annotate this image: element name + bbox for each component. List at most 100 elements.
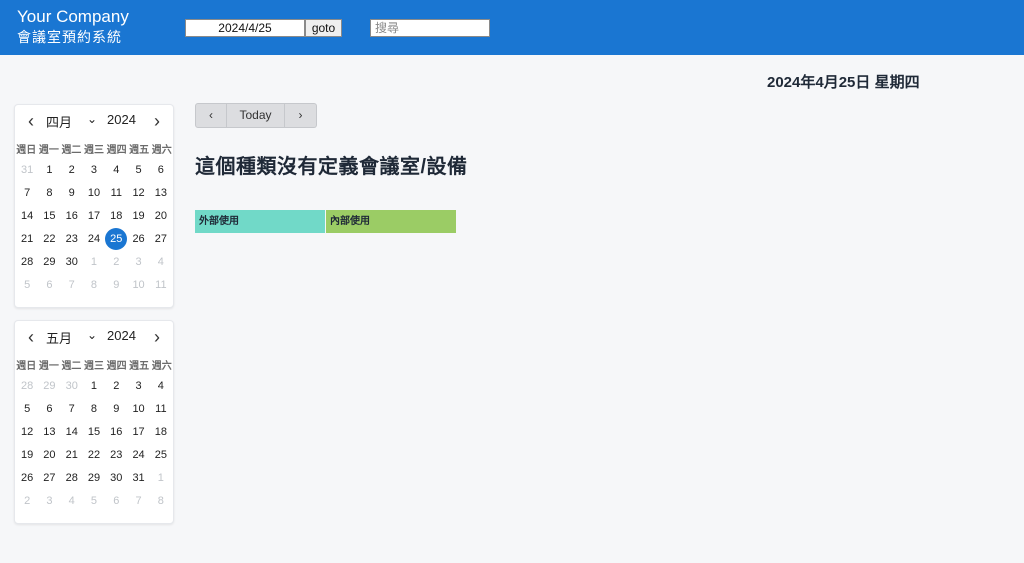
calendar-day[interactable]: 9: [105, 398, 127, 421]
today-button[interactable]: Today: [227, 103, 285, 128]
calendar-day[interactable]: 31: [16, 159, 38, 182]
calendar-day[interactable]: 14: [61, 421, 83, 444]
calendar-day[interactable]: 18: [105, 205, 127, 228]
calendar-day[interactable]: 23: [105, 444, 127, 467]
calendar-day[interactable]: 25: [150, 444, 172, 467]
calendar-day[interactable]: 6: [38, 398, 60, 421]
calendar-day[interactable]: 6: [38, 274, 60, 297]
year-select[interactable]: 2024: [107, 112, 136, 127]
calendar-day[interactable]: 11: [105, 182, 127, 205]
calendar-day[interactable]: 4: [150, 375, 172, 398]
calendar-day[interactable]: 8: [38, 182, 60, 205]
calendar-day[interactable]: 1: [83, 251, 105, 274]
next-day-button[interactable]: ›: [285, 103, 317, 128]
calendar-day[interactable]: 26: [16, 467, 38, 490]
next-month-icon[interactable]: ›: [147, 111, 167, 131]
goto-button[interactable]: goto: [305, 19, 342, 37]
calendar-day[interactable]: 3: [127, 251, 149, 274]
calendar-day[interactable]: 29: [38, 251, 60, 274]
calendar-day[interactable]: 21: [61, 444, 83, 467]
calendar-day[interactable]: 9: [105, 274, 127, 297]
calendar-day[interactable]: 28: [61, 467, 83, 490]
calendar-day[interactable]: 14: [16, 205, 38, 228]
calendar-day[interactable]: 18: [150, 421, 172, 444]
calendar-day[interactable]: 12: [127, 182, 149, 205]
calendar-day[interactable]: 2: [105, 375, 127, 398]
calendar-day[interactable]: 5: [83, 490, 105, 513]
calendar-day[interactable]: 28: [16, 251, 38, 274]
calendar-day[interactable]: 3: [83, 159, 105, 182]
calendar-day[interactable]: 9: [61, 182, 83, 205]
calendar-day[interactable]: 22: [38, 228, 60, 251]
calendar-day[interactable]: 2: [61, 159, 83, 182]
date-input[interactable]: [185, 19, 305, 37]
calendar-day[interactable]: 19: [16, 444, 38, 467]
calendar-day[interactable]: 26: [127, 228, 149, 251]
calendar-day[interactable]: 21: [16, 228, 38, 251]
calendar-day[interactable]: 30: [61, 251, 83, 274]
calendar-day[interactable]: 6: [150, 159, 172, 182]
calendar-day[interactable]: 16: [105, 421, 127, 444]
calendar-day[interactable]: 5: [16, 274, 38, 297]
calendar-day[interactable]: 10: [83, 182, 105, 205]
calendar-day[interactable]: 6: [105, 490, 127, 513]
calendar-day[interactable]: 5: [16, 398, 38, 421]
calendar-day[interactable]: 7: [16, 182, 38, 205]
chevron-down-icon[interactable]: ⌄: [87, 328, 97, 342]
calendar-day[interactable]: 8: [150, 490, 172, 513]
calendar-day[interactable]: 15: [83, 421, 105, 444]
calendar-day[interactable]: 17: [83, 205, 105, 228]
month-select[interactable]: 五月: [46, 328, 72, 347]
calendar-day[interactable]: 30: [61, 375, 83, 398]
calendar-day[interactable]: 11: [150, 274, 172, 297]
calendar-day[interactable]: 19: [127, 205, 149, 228]
calendar-day[interactable]: 30: [105, 467, 127, 490]
calendar-day[interactable]: 8: [83, 274, 105, 297]
search-input[interactable]: [370, 19, 490, 37]
calendar-day[interactable]: 12: [16, 421, 38, 444]
calendar-day[interactable]: 1: [83, 375, 105, 398]
month-select[interactable]: 四月: [46, 112, 72, 131]
calendar-day[interactable]: 10: [127, 398, 149, 421]
calendar-day[interactable]: 7: [61, 274, 83, 297]
calendar-day[interactable]: 16: [61, 205, 83, 228]
calendar-day[interactable]: 17: [127, 421, 149, 444]
calendar-day[interactable]: 22: [83, 444, 105, 467]
brand[interactable]: Your Company 會議室預約系統: [17, 7, 129, 47]
prev-day-button[interactable]: ‹: [195, 103, 227, 128]
calendar-day[interactable]: 8: [83, 398, 105, 421]
calendar-day[interactable]: 4: [150, 251, 172, 274]
calendar-day[interactable]: 1: [150, 467, 172, 490]
calendar-day[interactable]: 13: [38, 421, 60, 444]
calendar-day[interactable]: 20: [38, 444, 60, 467]
calendar-day[interactable]: 29: [83, 467, 105, 490]
calendar-day[interactable]: 5: [127, 159, 149, 182]
calendar-day[interactable]: 27: [38, 467, 60, 490]
calendar-day-selected[interactable]: 25: [105, 228, 128, 251]
calendar-day[interactable]: 4: [61, 490, 83, 513]
calendar-day[interactable]: 23: [61, 228, 83, 251]
calendar-day[interactable]: 20: [150, 205, 172, 228]
calendar-day[interactable]: 15: [38, 205, 60, 228]
calendar-day[interactable]: 29: [38, 375, 60, 398]
calendar-day[interactable]: 3: [127, 375, 149, 398]
calendar-day[interactable]: 28: [16, 375, 38, 398]
calendar-day[interactable]: 1: [38, 159, 60, 182]
calendar-day[interactable]: 13: [150, 182, 172, 205]
calendar-day[interactable]: 4: [105, 159, 127, 182]
prev-month-icon[interactable]: ‹: [21, 111, 41, 131]
calendar-day[interactable]: 7: [61, 398, 83, 421]
calendar-day[interactable]: 24: [83, 228, 105, 251]
calendar-day[interactable]: 27: [150, 228, 172, 251]
chevron-down-icon[interactable]: ⌄: [87, 112, 97, 126]
calendar-day[interactable]: 7: [127, 490, 149, 513]
calendar-day[interactable]: 10: [127, 274, 149, 297]
calendar-day[interactable]: 11: [150, 398, 172, 421]
calendar-day[interactable]: 2: [105, 251, 127, 274]
calendar-day[interactable]: 3: [38, 490, 60, 513]
next-month-icon[interactable]: ›: [147, 327, 167, 347]
year-select[interactable]: 2024: [107, 328, 136, 343]
calendar-day[interactable]: 24: [127, 444, 149, 467]
calendar-day[interactable]: 2: [16, 490, 38, 513]
calendar-day[interactable]: 31: [127, 467, 149, 490]
